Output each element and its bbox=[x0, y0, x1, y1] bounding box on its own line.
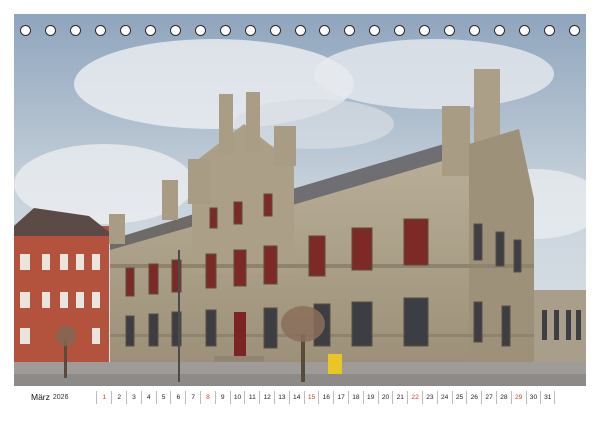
binding-ring bbox=[269, 25, 281, 36]
day-list: 1 2 3 4 5 6 7 8 9 10 11 12 13 14 15 16 17 18 19 20 21 22 23 24 2… bbox=[96, 390, 556, 404]
binding-ring bbox=[344, 25, 356, 36]
day-cell: 2 bbox=[111, 390, 126, 404]
day-cell: 21 bbox=[392, 390, 407, 404]
day-cell: 10 bbox=[229, 390, 245, 404]
day-cell: 14 bbox=[288, 390, 304, 404]
day-cell: 27 bbox=[481, 390, 496, 404]
yellow-postbox bbox=[328, 354, 342, 374]
binding-ring bbox=[319, 25, 331, 36]
day-cell: 13 bbox=[274, 390, 289, 404]
binding-ring bbox=[169, 25, 181, 36]
day-cell: 26 bbox=[466, 390, 481, 404]
binding-ring bbox=[119, 25, 131, 36]
day-cell: 3 bbox=[126, 390, 141, 404]
binding-rings bbox=[20, 25, 580, 39]
binding-ring bbox=[394, 25, 406, 36]
day-cell: 9 bbox=[214, 390, 230, 404]
day-cell: 1 bbox=[96, 390, 111, 404]
day-cell: 20 bbox=[377, 390, 393, 404]
day-cell: 8 bbox=[200, 390, 215, 404]
day-cell: 31 bbox=[540, 390, 556, 404]
binding-ring bbox=[494, 25, 506, 36]
year-label: 2026 bbox=[52, 393, 69, 401]
binding-ring bbox=[69, 25, 81, 36]
binding-ring bbox=[44, 25, 56, 36]
binding-ring bbox=[244, 25, 256, 36]
calendar-photo bbox=[14, 14, 586, 386]
binding-ring bbox=[544, 25, 556, 36]
calendar-page: März 2026 1 2 3 4 5 6 7 8 9 10 11 12 13 14 15 16 17 18 19 2… bbox=[0, 0, 600, 431]
day-cell: 15 bbox=[303, 390, 319, 404]
day-cell: 29 bbox=[510, 390, 526, 404]
binding-ring bbox=[20, 25, 31, 36]
day-cell: 12 bbox=[259, 390, 274, 404]
binding-ring bbox=[294, 25, 306, 36]
binding-ring bbox=[194, 25, 206, 36]
binding-ring bbox=[519, 25, 531, 36]
binding-ring bbox=[144, 25, 156, 36]
binding-ring bbox=[419, 25, 431, 36]
day-cell: 6 bbox=[170, 390, 185, 404]
day-cell: 30 bbox=[525, 390, 541, 404]
day-cell: 28 bbox=[495, 390, 511, 404]
day-cell: 18 bbox=[348, 390, 363, 404]
day-cell: 23 bbox=[422, 390, 437, 404]
day-cell: 19 bbox=[362, 390, 378, 404]
day-cell: 11 bbox=[244, 390, 259, 404]
building-photo bbox=[14, 14, 586, 386]
day-cell: 16 bbox=[318, 390, 333, 404]
binding-ring bbox=[369, 25, 381, 36]
day-cell: 24 bbox=[436, 390, 452, 404]
binding-ring bbox=[569, 25, 580, 36]
day-cell: 4 bbox=[140, 390, 156, 404]
day-cell: 7 bbox=[185, 390, 200, 404]
day-cell: 25 bbox=[451, 390, 467, 404]
binding-ring bbox=[94, 25, 106, 36]
month-label: März bbox=[31, 392, 50, 402]
binding-ring bbox=[469, 25, 481, 36]
calendar-strip: März 2026 1 2 3 4 5 6 7 8 9 10 11 12 13 14 15 16 17 18 19 2… bbox=[14, 386, 586, 408]
day-cell: 5 bbox=[155, 390, 171, 404]
binding-ring bbox=[444, 25, 456, 36]
day-cell: 17 bbox=[333, 390, 348, 404]
street-lamp bbox=[178, 250, 180, 382]
front-door bbox=[234, 312, 246, 358]
binding-ring bbox=[219, 25, 231, 36]
day-cell: 22 bbox=[407, 390, 422, 404]
